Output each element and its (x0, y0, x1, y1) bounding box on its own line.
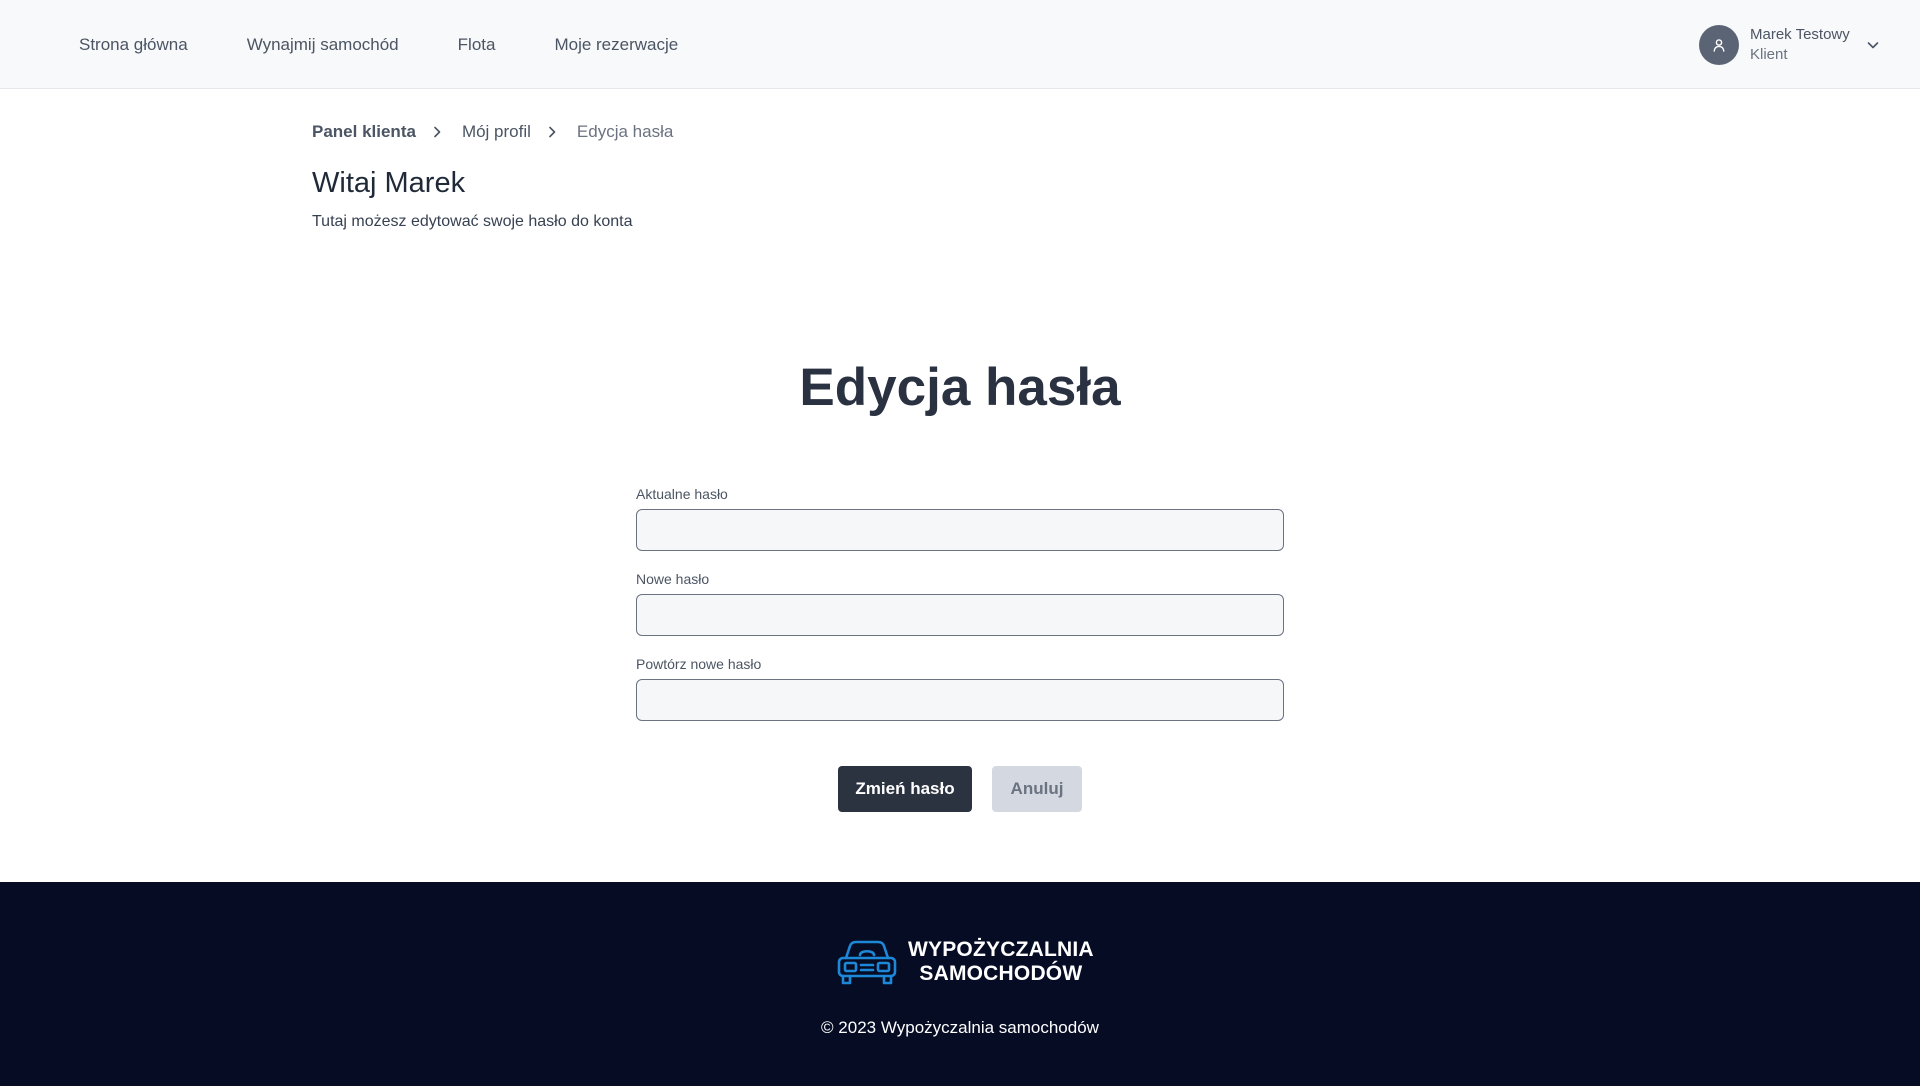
user-role: Klient (1750, 46, 1788, 63)
breadcrumb-item-client-panel[interactable]: Panel klienta (312, 122, 416, 142)
car-icon (837, 940, 897, 985)
page-subtitle: Tutaj możesz edytować swoje hasło do kon… (312, 213, 633, 230)
repeat-password-input[interactable] (636, 679, 1284, 721)
cancel-button[interactable]: Anuluj (992, 766, 1082, 812)
nav-link-home[interactable]: Strona główna (79, 35, 188, 55)
current-password-input[interactable] (636, 509, 1284, 551)
user-menu[interactable]: Marek Testowy Klient (1699, 25, 1881, 65)
footer-copyright: © 2023 Wypożyczalnia samochodów (821, 1018, 1099, 1037)
current-password-label: Aktualne hasło (636, 486, 728, 502)
new-password-group: Nowe hasło (636, 572, 1284, 636)
repeat-password-label: Powtórz nowe hasło (636, 656, 762, 672)
change-password-button[interactable]: Zmień hasło (838, 766, 972, 812)
chevron-down-icon[interactable] (1865, 37, 1881, 53)
footer: WYPOŻYCZALNIA SAMOCHODÓW © 2023 Wypożycz… (0, 882, 1920, 1086)
user-info: Marek Testowy Klient (1750, 25, 1850, 65)
repeat-password-group: Powtórz nowe hasło (636, 657, 1284, 721)
breadcrumb: Panel klienta Mój profil Edycja hasła (312, 120, 673, 144)
breadcrumb-item-my-profile[interactable]: Mój profil (462, 122, 531, 142)
page-greeting: Witaj Marek (312, 167, 466, 199)
user-name: Marek Testowy (1750, 26, 1850, 43)
footer-brand: WYPOŻYCZALNIA SAMOCHODÓW (836, 936, 1094, 988)
nav-link-rent-car[interactable]: Wynajmij samochód (247, 35, 399, 55)
new-password-input[interactable] (636, 594, 1284, 636)
main-nav: Strona główna Wynajmij samochód Flota Mo… (79, 0, 678, 89)
form-title: Edycja hasła (799, 358, 1121, 417)
chevron-right-icon (430, 125, 444, 139)
new-password-label: Nowe hasło (636, 571, 710, 587)
top-navbar: Strona główna Wynajmij samochód Flota Mo… (0, 0, 1920, 89)
breadcrumb-current: Edycja hasła (576, 122, 674, 141)
current-password-group: Aktualne hasło (636, 487, 1284, 551)
footer-brand-line2: SAMOCHODÓW (919, 962, 1083, 985)
avatar (1699, 25, 1739, 65)
footer-brand-line1: WYPOŻYCZALNIA (908, 938, 1094, 961)
user-icon (1713, 39, 1725, 52)
footer-brand-name: WYPOŻYCZALNIA SAMOCHODÓW (908, 938, 1094, 986)
chevron-right-icon (545, 125, 559, 139)
nav-link-fleet[interactable]: Flota (458, 35, 496, 55)
nav-link-my-reservations[interactable]: Moje rezerwacje (554, 35, 678, 55)
